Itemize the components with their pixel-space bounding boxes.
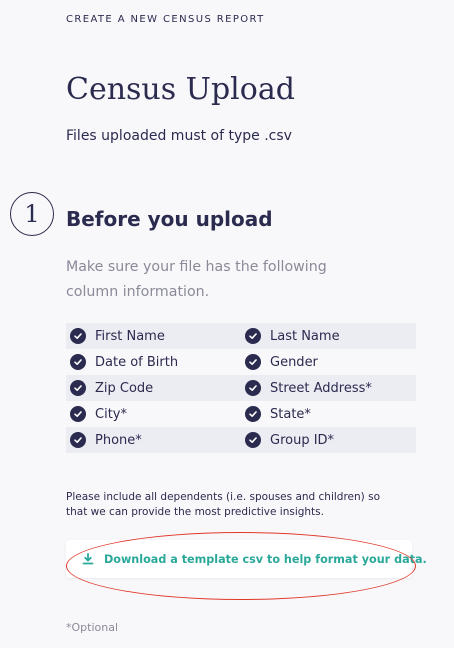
column-item: Phone* bbox=[66, 432, 241, 448]
check-circle-icon bbox=[245, 354, 261, 370]
columns-row: Date of Birth Gender bbox=[66, 349, 416, 375]
column-label: Last Name bbox=[270, 328, 340, 344]
column-label: Date of Birth bbox=[95, 354, 179, 370]
column-label: First Name bbox=[95, 328, 165, 344]
column-item: Street Address* bbox=[241, 380, 416, 396]
page-title: Census Upload bbox=[66, 72, 295, 107]
column-label: Group ID* bbox=[270, 432, 335, 448]
column-item: Zip Code bbox=[66, 380, 241, 396]
check-circle-icon bbox=[70, 406, 86, 422]
check-circle-icon bbox=[245, 406, 261, 422]
check-circle-icon bbox=[245, 328, 261, 344]
step-description: Make sure your file has the following co… bbox=[66, 259, 327, 300]
column-item: Last Name bbox=[241, 328, 416, 344]
required-columns-table: First Name Last Name Date of Birth Gende… bbox=[66, 323, 416, 453]
column-label: Gender bbox=[270, 354, 318, 370]
download-template-link[interactable]: Download a template csv to help format y… bbox=[104, 553, 427, 566]
columns-row: First Name Last Name bbox=[66, 323, 416, 349]
column-item: City* bbox=[66, 406, 241, 422]
column-label: City* bbox=[95, 406, 127, 422]
dependents-note: Please include all dependents (i.e. spou… bbox=[66, 491, 380, 518]
columns-row: City* State* bbox=[66, 401, 416, 427]
download-icon bbox=[82, 553, 94, 565]
check-circle-icon bbox=[70, 328, 86, 344]
check-circle-icon bbox=[70, 432, 86, 448]
columns-row: Zip Code Street Address* bbox=[66, 375, 416, 401]
census-upload-page: CREATE A NEW CENSUS REPORT Census Upload… bbox=[0, 0, 454, 648]
check-circle-icon bbox=[245, 432, 261, 448]
check-circle-icon bbox=[70, 354, 86, 370]
column-item: State* bbox=[241, 406, 416, 422]
page-subtitle: Files uploaded must of type .csv bbox=[66, 128, 292, 144]
column-label: Phone* bbox=[95, 432, 142, 448]
optional-footnote: *Optional bbox=[66, 621, 119, 634]
column-label: State* bbox=[270, 406, 311, 422]
column-item: Group ID* bbox=[241, 432, 416, 448]
download-template-button[interactable]: Download a template csv to help format y… bbox=[66, 540, 427, 578]
page-eyebrow: CREATE A NEW CENSUS REPORT bbox=[66, 14, 265, 25]
column-item: First Name bbox=[66, 328, 241, 344]
column-item: Date of Birth bbox=[66, 354, 241, 370]
check-circle-icon bbox=[70, 380, 86, 396]
column-item: Gender bbox=[241, 354, 416, 370]
check-circle-icon bbox=[245, 380, 261, 396]
step-number-badge: 1 bbox=[10, 192, 54, 236]
columns-row: Phone* Group ID* bbox=[66, 427, 416, 453]
column-label: Zip Code bbox=[95, 380, 154, 396]
column-label: Street Address* bbox=[270, 380, 372, 396]
step-title: Before you upload bbox=[66, 207, 273, 231]
